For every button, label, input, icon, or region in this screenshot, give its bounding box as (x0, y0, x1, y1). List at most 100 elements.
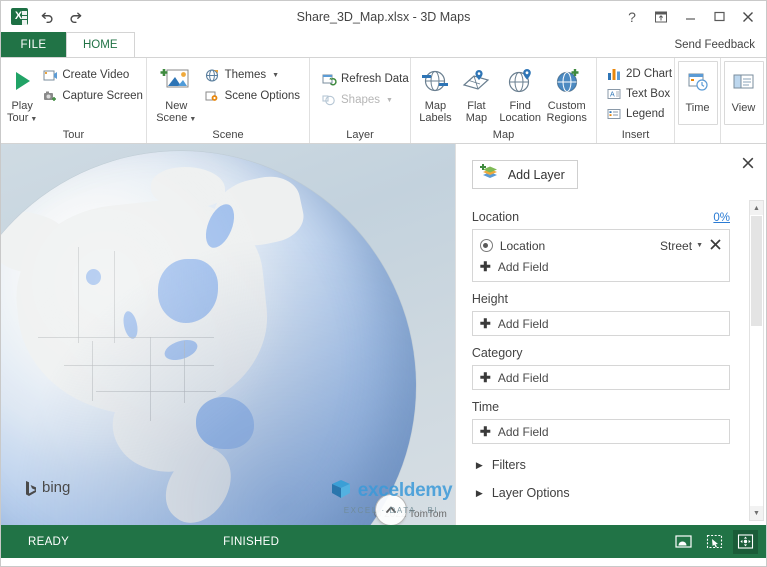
status-ready-label: READY (28, 536, 69, 548)
capture-screen-label: Capture Screen (62, 90, 143, 102)
restore-icon[interactable] (711, 9, 727, 25)
refresh-data-button[interactable]: Refresh Data (318, 70, 412, 88)
shapes-label: Shapes (341, 94, 380, 106)
new-scene-icon (160, 65, 192, 97)
time-field-box[interactable]: ✚ Add Field (472, 419, 730, 444)
capture-screen-button[interactable]: Capture Screen (39, 87, 146, 105)
category-field-box[interactable]: ✚ Add Field (472, 365, 730, 390)
close-icon[interactable] (740, 9, 756, 25)
time-button[interactable]: Time (678, 61, 718, 125)
flat-map-label-2: Map (466, 112, 487, 124)
map-labels-icon (420, 65, 450, 97)
status-bar: READY FINISHED (1, 525, 766, 558)
remove-field-icon[interactable] (709, 238, 722, 254)
layer-options-expander[interactable]: ▶ Layer Options (472, 479, 730, 507)
shapes-button[interactable]: Shapes▼ (318, 91, 412, 109)
capture-screen-icon (42, 88, 58, 104)
two-d-chart-button[interactable]: 2D Chart (603, 65, 675, 83)
location-add-field-row[interactable]: ✚ Add Field (473, 256, 729, 277)
new-scene-label-1: New (165, 100, 187, 112)
undo-icon[interactable] (39, 8, 56, 25)
flat-map-label-1: Flat (467, 100, 485, 112)
find-location-icon (505, 65, 535, 97)
text-box-button[interactable]: A Text Box (603, 85, 675, 103)
pan-navigate-icon[interactable] (733, 530, 758, 554)
scene-options-label: Scene Options (225, 90, 300, 102)
group-label-tour: Tour (1, 127, 146, 143)
category-title: Category (472, 346, 523, 360)
close-icon[interactable] (739, 154, 756, 171)
play-tour-label-2: Tour (7, 112, 28, 124)
redo-icon[interactable] (67, 8, 84, 25)
bing-mark-icon (25, 480, 37, 496)
location-percent[interactable]: 0% (713, 212, 730, 224)
ribbon-group-map: Map Labels Flat Map (410, 58, 596, 143)
group-label-map: Map (411, 127, 596, 143)
layer-pane: Add Layer Location 0% Location Street ▼ (455, 144, 766, 525)
question-mark-icon[interactable]: ? (624, 9, 640, 25)
tab-home[interactable]: HOME (66, 32, 135, 57)
ribbon: Play Tour▼ Create Video (1, 57, 766, 144)
map-labels-button[interactable]: Map Labels (415, 62, 456, 124)
height-add-field-row[interactable]: ✚ Add Field (473, 313, 556, 334)
group-label-layer: Layer (310, 127, 410, 143)
ribbon-options-icon[interactable] (653, 9, 669, 25)
window-controls: ? (624, 9, 766, 25)
chevron-down-icon[interactable]: ▼ (696, 242, 703, 249)
play-tour-button[interactable]: Play Tour▼ (7, 62, 37, 126)
themes-button[interactable]: Themes▼ (202, 66, 303, 84)
view-button[interactable]: View (724, 61, 764, 125)
category-section-header: Category (472, 346, 730, 360)
location-field-name: Location (500, 239, 545, 253)
time-add-field-row[interactable]: ✚ Add Field (473, 421, 556, 442)
globe-shading (1, 151, 416, 525)
play-triangle-icon (9, 65, 35, 97)
scroll-down-arrow-icon[interactable]: ▼ (750, 506, 763, 520)
selection-icon[interactable] (702, 530, 727, 554)
layer-options-label: Layer Options (492, 486, 570, 500)
scene-options-icon (205, 88, 221, 104)
layer-pane-scrollbar[interactable]: ▲ ▼ (749, 200, 764, 521)
legend-label: Legend (626, 108, 664, 120)
filters-expander[interactable]: ▶ Filters (472, 451, 730, 479)
play-tour-label-1: Play (11, 100, 32, 112)
create-video-button[interactable]: Create Video (39, 66, 146, 84)
two-d-chart-label: 2D Chart (626, 68, 672, 80)
custom-regions-label-1: Custom (548, 100, 586, 112)
time-label: Time (685, 102, 709, 114)
title-bar: X Share_3D_Map.xlsx - 3D Maps ? (1, 1, 766, 32)
scrollbar-thumb[interactable] (751, 216, 762, 326)
scene-options-button[interactable]: Scene Options (202, 87, 303, 105)
height-section-header: Height (472, 292, 730, 306)
find-location-label-2: Location (499, 112, 541, 124)
send-feedback-link[interactable]: Send Feedback (674, 39, 766, 51)
bing-logo[interactable]: bing (25, 479, 70, 496)
location-title: Location (472, 210, 519, 224)
minimize-icon[interactable] (682, 9, 698, 25)
new-scene-button[interactable]: New Scene▼ (153, 62, 200, 126)
height-title: Height (472, 292, 508, 306)
themes-globe-icon (205, 67, 221, 83)
plus-icon: ✚ (480, 260, 491, 273)
plus-icon: ✚ (480, 371, 491, 384)
ribbon-group-time: Time (674, 58, 720, 143)
legend-button[interactable]: Legend (603, 105, 675, 123)
tab-file[interactable]: FILE (1, 32, 66, 57)
location-radio-icon[interactable] (480, 239, 493, 252)
pan-up-button[interactable] (375, 494, 407, 525)
height-field-box[interactable]: ✚ Add Field (472, 311, 730, 336)
scroll-up-arrow-icon[interactable]: ▲ (750, 201, 763, 215)
main-area: bing © 2022 TomTom (1, 144, 766, 525)
custom-regions-button[interactable]: Custom Regions (543, 62, 590, 124)
add-layer-button[interactable]: Add Layer (472, 160, 578, 189)
text-box-icon: A (606, 86, 622, 102)
create-video-icon (42, 67, 58, 83)
scene-icon[interactable] (671, 530, 696, 554)
flat-map-button[interactable]: Flat Map (456, 62, 497, 124)
triangle-right-icon: ▶ (476, 488, 492, 499)
category-add-field-row[interactable]: ✚ Add Field (473, 367, 556, 388)
location-field-row[interactable]: Location Street ▼ (473, 235, 729, 256)
globe-canvas[interactable]: bing © 2022 TomTom (1, 144, 455, 525)
ribbon-group-layer: Refresh Data Shapes▼ Layer (309, 58, 410, 143)
find-location-button[interactable]: Find Location (497, 62, 544, 124)
